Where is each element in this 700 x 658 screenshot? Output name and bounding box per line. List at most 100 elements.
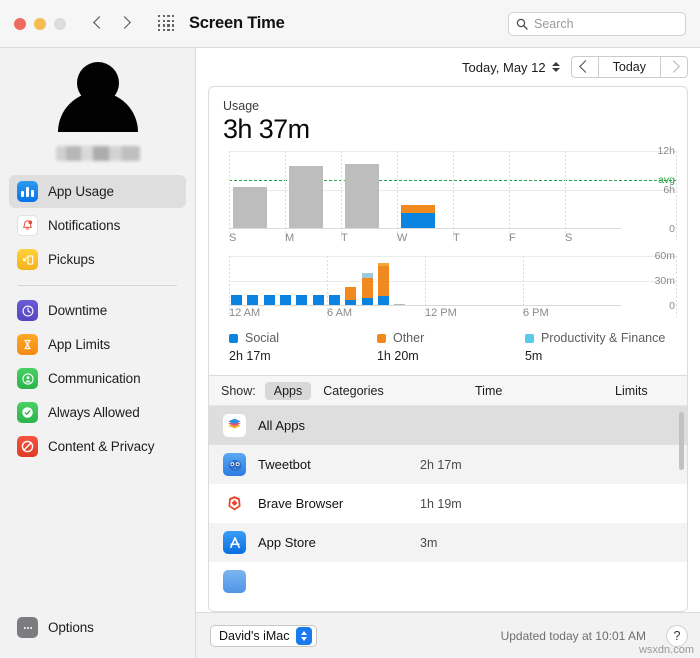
- column-header-limits[interactable]: Limits: [615, 384, 648, 398]
- list-scrollbar[interactable]: [679, 412, 684, 470]
- bottom-bar: David's iMac Updated today at 10:01 AM ?…: [196, 612, 700, 658]
- tab-categories[interactable]: Categories: [317, 382, 389, 400]
- sidebar-item-always-allowed[interactable]: Always Allowed: [9, 396, 186, 429]
- weekly-bars: [229, 151, 621, 228]
- updated-status: Updated today at 10:01 AM: [500, 628, 646, 643]
- legend-label: Social: [245, 331, 280, 345]
- usage-total: 3h 37m: [223, 114, 310, 144]
- avatar[interactable]: [52, 62, 144, 138]
- show-filter-row: Show: Apps Categories Time Limits: [209, 375, 687, 405]
- app-list[interactable]: All Apps Tweetbot 2h 17m Brave Browser 1…: [209, 405, 687, 611]
- sidebar-item-label: Pickups: [48, 252, 95, 267]
- sidebar-item-options[interactable]: Options: [9, 611, 186, 644]
- hourly-bar: [247, 295, 259, 305]
- app-time: 2h 17m: [420, 457, 462, 472]
- legend-item-productivity: Productivity & Finance 5m: [524, 331, 673, 363]
- device-select[interactable]: David's iMac: [210, 624, 318, 647]
- table-row[interactable]: All Apps: [209, 406, 687, 445]
- column-header-time[interactable]: Time: [475, 384, 502, 398]
- table-row[interactable]: Tweetbot 2h 17m: [209, 445, 687, 484]
- weekly-xlabel: W: [397, 232, 408, 244]
- hourly-bar: [279, 295, 291, 305]
- hourly-xlabel: 12 AM: [229, 307, 261, 319]
- tab-apps[interactable]: Apps: [264, 381, 312, 400]
- app-name: All Apps: [258, 418, 305, 433]
- weekly-bar-wed: [401, 205, 435, 228]
- previous-day-button[interactable]: [570, 56, 598, 78]
- sidebar-item-content-privacy[interactable]: Content & Privacy: [9, 430, 186, 463]
- profile-name-redacted: [55, 146, 140, 161]
- show-all-preferences-icon[interactable]: [158, 15, 175, 32]
- check-circle-icon: [17, 402, 38, 423]
- hourly-bar: [231, 295, 242, 305]
- legend-item-social: Social 2h 17m: [229, 331, 377, 363]
- usage-card: Usage 3h 37m 12h 6h 0 avg S M T W T F S …: [208, 86, 688, 612]
- hourly-ylabel-60m: 60m: [654, 250, 675, 262]
- next-day-button[interactable]: [661, 56, 688, 78]
- weekly-xlabel: T: [453, 232, 460, 244]
- legend-swatch-icon: [376, 333, 386, 343]
- search-input[interactable]: Search: [508, 11, 686, 36]
- date-label: Today, May 12: [462, 59, 546, 75]
- minimize-button[interactable]: [34, 17, 46, 30]
- sidebar-item-label: Communication: [48, 371, 141, 386]
- hourly-bars: [229, 256, 621, 305]
- profile-section: [0, 56, 195, 175]
- date-picker[interactable]: Today, May 12: [462, 59, 562, 75]
- clock-icon: [17, 300, 38, 321]
- weekly-ylabel-0: 0: [669, 223, 675, 235]
- bell-icon: [17, 215, 38, 236]
- pickup-icon: [17, 249, 38, 270]
- table-row-partial[interactable]: [209, 562, 687, 601]
- back-icon[interactable]: [92, 17, 105, 30]
- sidebar-item-notifications[interactable]: Notifications: [9, 209, 186, 242]
- legend-swatch-icon: [524, 333, 534, 343]
- hourly-bar: [328, 295, 340, 305]
- hourly-ylabel-30m: 30m: [654, 275, 675, 287]
- hourly-bar: [377, 263, 389, 305]
- weekly-bar-tue: [345, 164, 379, 228]
- hourly-bar: [296, 295, 308, 305]
- category-legend: Social 2h 17m Other 1h 20m Productivity …: [209, 321, 687, 375]
- forward-icon[interactable]: [119, 17, 132, 30]
- today-button[interactable]: Today: [597, 56, 661, 78]
- hourly-bar: [361, 273, 373, 305]
- page-title: Screen Time: [189, 14, 285, 32]
- usage-header: Usage 3h 37m: [209, 87, 687, 147]
- hourly-bar: [263, 295, 275, 305]
- zoom-button[interactable]: [54, 17, 66, 30]
- sidebar-item-app-usage[interactable]: App Usage: [9, 175, 186, 208]
- app-name: Tweetbot: [258, 457, 311, 472]
- app-name: Brave Browser: [258, 496, 344, 511]
- weekly-bar-slot: [565, 151, 621, 228]
- period-segmented-control: Today: [570, 56, 688, 78]
- sidebar-item-label: Always Allowed: [48, 405, 140, 420]
- close-button[interactable]: [14, 17, 26, 30]
- sidebar-item-label: App Limits: [48, 337, 111, 352]
- weekly-bar-slot: [397, 151, 453, 228]
- chevron-right-icon: [668, 61, 681, 74]
- title-bar: Screen Time Search: [0, 0, 700, 48]
- search-placeholder: Search: [534, 16, 574, 31]
- date-stepper-icon[interactable]: [551, 59, 562, 75]
- legend-label: Productivity & Finance: [540, 331, 666, 345]
- weekly-xlabel: S: [229, 232, 237, 244]
- legend-value: 5m: [524, 349, 543, 363]
- main-content: Today, May 12 Today Usage 3h 37m 12h 6h …: [196, 48, 700, 658]
- sidebar-options-wrap: Options: [0, 611, 195, 658]
- sidebar-item-communication[interactable]: Communication: [9, 362, 186, 395]
- sidebar-item-app-limits[interactable]: App Limits: [9, 328, 186, 361]
- sidebar-item-label: Downtime: [48, 303, 108, 318]
- tweetbot-icon: [223, 453, 246, 476]
- weekly-xlabel: M: [285, 232, 295, 244]
- window-body: App Usage Notifications Pickups Downtime…: [0, 48, 700, 658]
- table-row[interactable]: Brave Browser 1h 19m: [209, 484, 687, 523]
- table-row[interactable]: App Store 3m: [209, 523, 687, 562]
- charts-area: 12h 6h 0 avg S M T W T F S 60m 30m 0 12 …: [209, 145, 687, 321]
- hourly-xlabel: 12 PM: [425, 307, 457, 319]
- weekly-xlabel: T: [341, 232, 348, 244]
- chevron-left-icon: [578, 61, 591, 74]
- sidebar-item-downtime[interactable]: Downtime: [9, 294, 186, 327]
- hourly-bar: [345, 287, 357, 305]
- sidebar-item-pickups[interactable]: Pickups: [9, 243, 186, 276]
